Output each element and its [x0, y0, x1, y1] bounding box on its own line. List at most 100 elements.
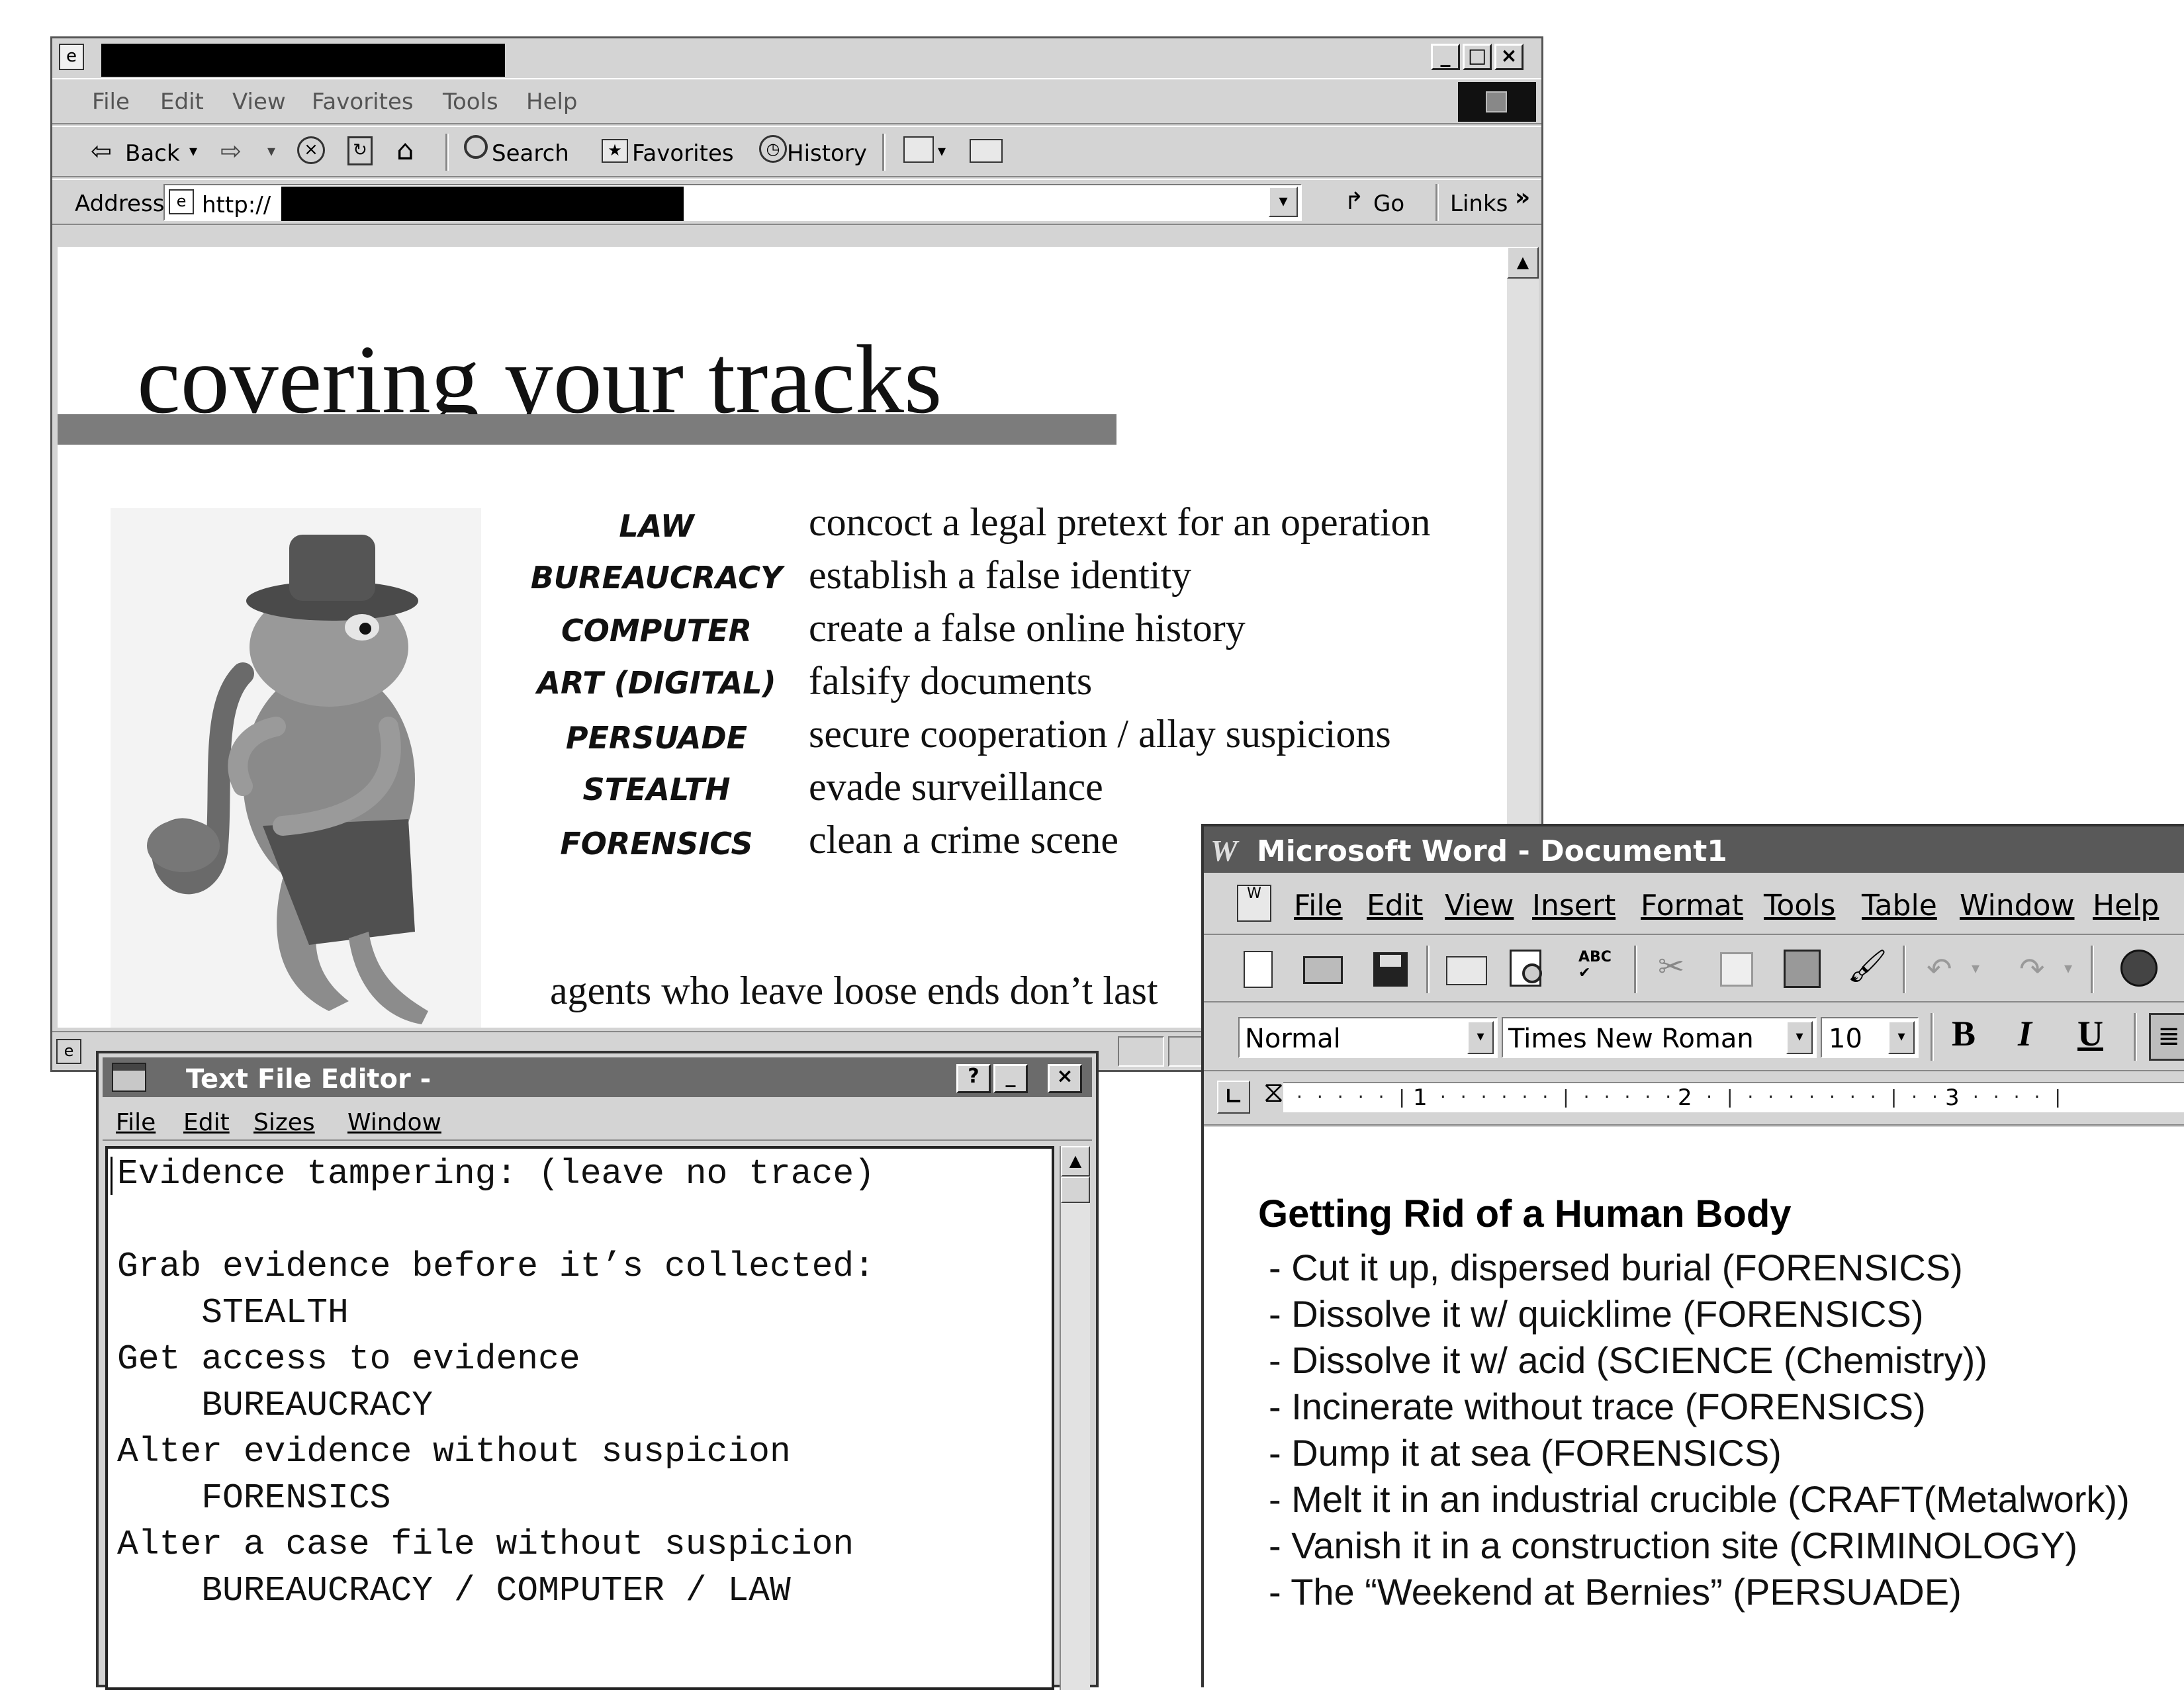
font-size-dropdown-icon[interactable]: ▾	[1888, 1021, 1915, 1054]
editor-scrollbar[interactable]: ▲	[1060, 1146, 1090, 1690]
paste-icon[interactable]	[1784, 950, 1821, 988]
underline-button[interactable]: U	[2077, 1013, 2103, 1054]
indent-marker-icon[interactable]: ⧖	[1263, 1075, 1284, 1109]
menu-file[interactable]: File	[92, 89, 130, 115]
skill-action: create a false online history	[809, 606, 1246, 650]
toolbar-separator	[1634, 946, 1637, 993]
skill-action: evade surveillance	[809, 765, 1103, 809]
editor-line: FORENSICS	[117, 1478, 391, 1518]
tab-selector-icon[interactable]: ∟	[1217, 1081, 1250, 1114]
menu-view[interactable]: View	[1445, 889, 1514, 922]
menu-sizes[interactable]: Sizes	[253, 1109, 315, 1136]
scroll-up-arrow[interactable]: ▲	[1507, 247, 1539, 279]
search-icon[interactable]	[464, 135, 488, 159]
print-icon[interactable]	[970, 139, 1003, 163]
skill-label: ART (DIGITAL)	[537, 665, 776, 701]
address-input[interactable]: e http:// ▾	[163, 184, 1302, 221]
back-icon[interactable]: ⇦	[91, 136, 112, 165]
history-icon[interactable]: ◷	[759, 135, 787, 163]
minimize-button[interactable]: _	[993, 1064, 1028, 1093]
skill-action: falsify documents	[809, 659, 1093, 703]
links-button[interactable]: Links	[1450, 191, 1508, 217]
menu-file[interactable]: File	[1294, 889, 1343, 922]
forward-dropdown-icon[interactable]: ▾	[267, 142, 275, 160]
document-icon[interactable]: W	[1237, 885, 1271, 922]
toolbar-separator	[1426, 946, 1430, 993]
cut-icon[interactable]: ✂	[1658, 948, 1684, 985]
maximize-button[interactable]: □	[1463, 44, 1492, 70]
address-dropdown-button[interactable]: ▾	[1269, 187, 1298, 217]
links-chevron-icon[interactable]: »	[1515, 184, 1530, 211]
redo-icon[interactable]: ↷	[2019, 951, 2045, 987]
italic-button[interactable]: I	[2018, 1013, 2032, 1054]
back-dropdown-icon[interactable]: ▾	[189, 142, 197, 160]
menu-help[interactable]: Help	[526, 89, 578, 115]
menu-edit[interactable]: Edit	[183, 1109, 230, 1136]
font-select[interactable]: Times New Roman ▾	[1502, 1017, 1817, 1058]
new-document-icon[interactable]	[1244, 951, 1273, 988]
skill-label: BUREAUCRACY	[530, 560, 783, 596]
save-icon[interactable]	[1373, 952, 1408, 987]
style-value: Normal	[1245, 1024, 1341, 1054]
menu-help[interactable]: Help	[2093, 889, 2159, 922]
undo-dropdown-icon[interactable]: ▾	[1972, 959, 1979, 977]
style-dropdown-icon[interactable]: ▾	[1467, 1021, 1494, 1054]
font-dropdown-icon[interactable]: ▾	[1786, 1021, 1813, 1054]
editor-line: STEALTH	[117, 1293, 349, 1333]
spelling-check-icon[interactable]: ABC ✔	[1578, 950, 1612, 981]
history-button-label[interactable]: History	[787, 140, 867, 167]
web-globe-icon[interactable]	[2120, 950, 2158, 987]
url-text: http://	[202, 192, 271, 218]
redo-dropdown-icon[interactable]: ▾	[2064, 959, 2072, 977]
print-preview-icon[interactable]	[1510, 950, 1542, 987]
menu-tools[interactable]: Tools	[1764, 889, 1835, 922]
help-button[interactable]: ?	[956, 1064, 991, 1093]
menu-file[interactable]: File	[116, 1109, 156, 1136]
editor-line: Get access to evidence	[117, 1339, 580, 1379]
favorites-icon[interactable]: ★	[602, 139, 628, 163]
align-left-button[interactable]: ≣	[2149, 1013, 2184, 1061]
format-painter-icon[interactable]: 🖌	[1847, 947, 1888, 985]
menu-view[interactable]: View	[232, 89, 286, 115]
refresh-icon[interactable]: ↻	[347, 136, 373, 165]
document-list-item: - Dissolve it w/ quicklime (FORENSICS)	[1269, 1293, 1924, 1335]
editor-line: Evidence tampering: (leave no trace)	[117, 1154, 875, 1194]
minimize-button[interactable]: _	[1431, 44, 1460, 70]
address-bar: Address e http:// ▾ ↱ Go Links »	[52, 179, 1541, 225]
mail-icon[interactable]	[903, 136, 934, 163]
word-document-page[interactable]: Getting Rid of a Human Body - Cut it up,…	[1204, 1127, 2184, 1690]
skill-action: clean a crime scene	[809, 818, 1119, 862]
open-folder-icon[interactable]	[1303, 956, 1343, 984]
close-button[interactable]: ×	[1048, 1064, 1082, 1093]
search-button-label[interactable]: Search	[492, 140, 569, 167]
copy-icon[interactable]	[1720, 952, 1753, 987]
font-size-select[interactable]: 10 ▾	[1821, 1017, 1919, 1058]
menu-window[interactable]: Window	[347, 1109, 441, 1136]
home-icon[interactable]: ⌂	[396, 134, 414, 166]
menu-edit[interactable]: Edit	[1367, 889, 1423, 922]
editor-text-area[interactable]: Evidence tampering: (leave no trace) Gra…	[105, 1146, 1054, 1690]
menu-edit[interactable]: Edit	[160, 89, 204, 115]
back-button-label[interactable]: Back	[125, 140, 180, 167]
stop-icon[interactable]: ×	[297, 136, 325, 164]
menu-format[interactable]: Format	[1641, 889, 1743, 922]
menu-insert[interactable]: Insert	[1532, 889, 1615, 922]
favorites-button-label[interactable]: Favorites	[632, 140, 734, 167]
forward-icon[interactable]: ⇨	[220, 136, 242, 165]
scroll-thumb[interactable]	[1061, 1177, 1090, 1203]
word-formatting-toolbar: Normal ▾ Times New Roman ▾ 10 ▾ B I U ≣	[1204, 1004, 2184, 1071]
menu-favorites[interactable]: Favorites	[312, 89, 414, 115]
undo-icon[interactable]: ↶	[1927, 951, 1952, 987]
menu-window[interactable]: Window	[1960, 889, 2075, 922]
style-select[interactable]: Normal ▾	[1238, 1017, 1498, 1058]
bold-button[interactable]: B	[1952, 1013, 1976, 1054]
mail-dropdown-icon[interactable]: ▾	[938, 142, 946, 160]
go-icon[interactable]: ↱	[1344, 188, 1364, 215]
scroll-up-arrow[interactable]: ▲	[1061, 1146, 1090, 1177]
menu-table[interactable]: Table	[1862, 889, 1937, 922]
go-button-label[interactable]: Go	[1373, 191, 1404, 217]
close-button[interactable]: ×	[1494, 44, 1524, 70]
ie-page-icon: e	[59, 44, 84, 70]
menu-tools[interactable]: Tools	[443, 89, 498, 115]
print-icon[interactable]	[1446, 956, 1487, 985]
